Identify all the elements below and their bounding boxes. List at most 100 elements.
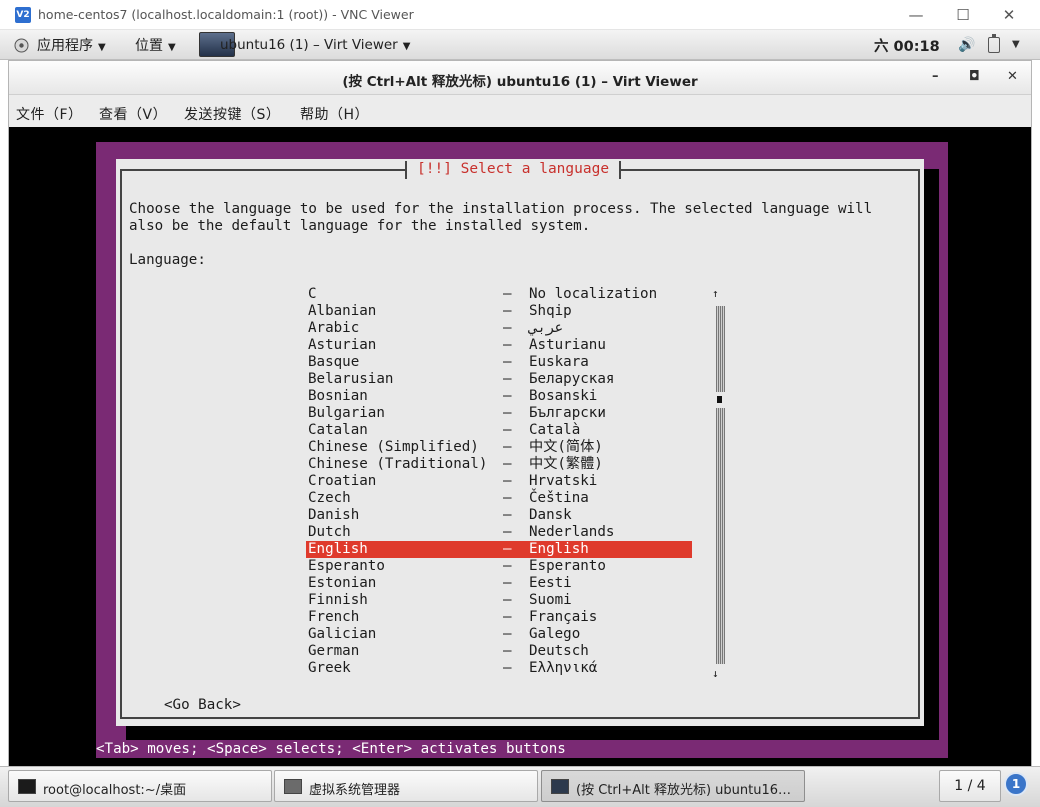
language-native-name: 中文(繁體) [529,456,603,472]
virt-viewer-close-button[interactable]: ✕ [1007,69,1018,84]
panel-clock[interactable]: 六 00:18 [874,35,940,56]
language-name: Galician [308,626,377,642]
go-back-button[interactable]: <Go Back> [164,697,241,714]
language-name: Albanian [308,303,377,319]
language-separator: – [503,524,512,540]
language-row[interactable]: Arabic – عربي [306,320,692,337]
language-row[interactable]: Czech – Čeština [306,490,692,507]
language-name: Chinese (Simplified) [308,439,479,455]
workspace-switcher[interactable]: 1 / 4 [939,770,1001,802]
applications-menu[interactable]: 应用程序 ▼ [37,35,106,55]
language-row[interactable]: Basque – Euskara [306,354,692,371]
language-separator: – [503,558,512,574]
language-native-name: Беларуская [529,371,615,387]
scroll-up-arrow-icon[interactable]: ↑ [712,285,719,302]
language-separator: – [503,354,512,370]
language-native-name: English [529,541,589,557]
language-row[interactable]: Chinese (Simplified) – 中文(简体) [306,439,692,456]
language-row[interactable]: C – No localization [306,286,692,303]
taskbar-item-label: (按 Ctrl+Alt 释放光标) ubuntu16… [576,783,792,798]
vnc-minimize-button[interactable]: — [896,4,936,26]
language-separator: – [503,320,512,336]
places-menu[interactable]: 位置 ▼ [135,35,176,55]
dialog-title: [!!] Select a language [405,161,622,179]
language-separator: – [503,422,512,438]
language-name: Belarusian [308,371,394,387]
taskbar-item-virt-manager[interactable]: 虚拟系统管理器 [274,770,538,802]
taskbar-item-label: 虚拟系统管理器 [309,783,401,798]
language-native-name: Hrvatski [529,473,598,489]
language-row[interactable]: Albanian – Shqip [306,303,692,320]
scrollbar-thumb[interactable] [717,396,722,403]
language-separator: – [503,507,512,523]
language-list[interactable]: C – No localization Albanian – Shqip Arabic – عر… [306,286,692,677]
vnc-close-button[interactable]: ✕ [989,4,1029,26]
language-separator: – [503,371,512,387]
language-row[interactable]: Estonian – Eesti [306,575,692,592]
taskbar-item-terminal[interactable]: root@localhost:~/桌面 [8,770,272,802]
system-menu-chevron-icon[interactable]: ▼ [1012,39,1020,50]
virt-viewer-menubar: 文件（F） 查看（V） 发送按键（S） 帮助（H） [9,95,1031,127]
dialog-description-line-1: Choose the language to be used for the i… [129,201,873,217]
chevron-down-icon: ▼ [402,41,411,52]
vnc-maximize-button[interactable]: ☐ [943,4,983,26]
language-row[interactable]: Finnish – Suomi [306,592,692,609]
language-row[interactable]: Bosnian – Bosanski [306,388,692,405]
language-native-name: Čeština [529,490,589,506]
language-separator: – [503,456,512,472]
language-name: Chinese (Traditional) [308,456,488,472]
language-row[interactable]: French – Français [306,609,692,626]
language-row[interactable]: Chinese (Traditional) – 中文(繁體) [306,456,692,473]
bottom-taskbar: root@localhost:~/桌面 虚拟系统管理器 (按 Ctrl+Alt … [0,766,1040,807]
menu-view[interactable]: 查看（V） [99,104,167,124]
language-native-name: Eesti [529,575,572,591]
scrollbar-track[interactable] [716,306,725,392]
menu-send-key[interactable]: 发送按键（S） [184,104,280,124]
language-name: Bosnian [308,388,368,404]
language-separator: – [503,626,512,642]
virt-viewer-window: (按 Ctrl+Alt 释放光标) ubuntu16 (1) – Virt Vi… [8,60,1032,767]
battery-icon[interactable] [988,34,1000,53]
chevron-down-icon: ▼ [168,42,176,53]
notification-badge[interactable]: 1 [1004,772,1028,796]
virt-viewer-titlebar: (按 Ctrl+Alt 释放光标) ubuntu16 (1) – Virt Vi… [9,61,1031,95]
scroll-down-arrow-icon[interactable]: ↓ [712,665,719,682]
language-row[interactable]: Dutch – Nederlands [306,524,692,541]
applications-menu-label: 应用程序 [37,38,93,54]
language-name: Finnish [308,592,368,608]
language-native-name: Galego [529,626,581,642]
panel-window-list-menu[interactable]: ubuntu16 (1) – Virt Viewer ▼ [220,37,410,53]
language-row[interactable]: Croatian – Hrvatski [306,473,692,490]
language-name: Czech [308,490,351,506]
language-row[interactable]: Bulgarian – Български [306,405,692,422]
language-row[interactable]: German – Deutsch [306,643,692,660]
taskbar-item-virt-viewer[interactable]: (按 Ctrl+Alt 释放光标) ubuntu16… [541,770,805,802]
language-separator: – [503,473,512,489]
select-language-dialog: [!!] Select a language Choose the langua… [116,159,924,726]
language-row[interactable]: Danish – Dansk [306,507,692,524]
language-native-name: No localization [529,286,658,302]
language-separator: – [503,337,512,353]
language-name: Estonian [308,575,377,591]
language-row[interactable]: Catalan – Català [306,422,692,439]
language-row[interactable]: English – English [306,541,692,558]
language-name: Croatian [308,473,377,489]
scrollbar-track[interactable] [716,408,725,664]
language-row[interactable]: Belarusian – Беларуская [306,371,692,388]
menu-file[interactable]: 文件（F） [16,104,83,124]
virt-viewer-maximize-button[interactable]: ◘ [969,69,980,84]
language-native-name: Asturianu [529,337,606,353]
language-row[interactable]: Esperanto – Esperanto [306,558,692,575]
language-row[interactable]: Galician – Galego [306,626,692,643]
language-separator: – [503,592,512,608]
language-row[interactable]: Greek – Ελληνικά [306,660,692,677]
menu-help[interactable]: 帮助（H） [300,104,369,124]
language-row[interactable]: Asturian – Asturianu [306,337,692,354]
language-name: Catalan [308,422,368,438]
language-native-name: Euskara [529,354,589,370]
guest-display[interactable]: [!!] Select a language Choose the langua… [9,127,1031,767]
language-separator: – [503,490,512,506]
virt-viewer-minimize-button[interactable]: – [932,69,939,84]
volume-icon[interactable]: 🔊 [958,37,975,53]
language-native-name: Català [529,422,581,438]
